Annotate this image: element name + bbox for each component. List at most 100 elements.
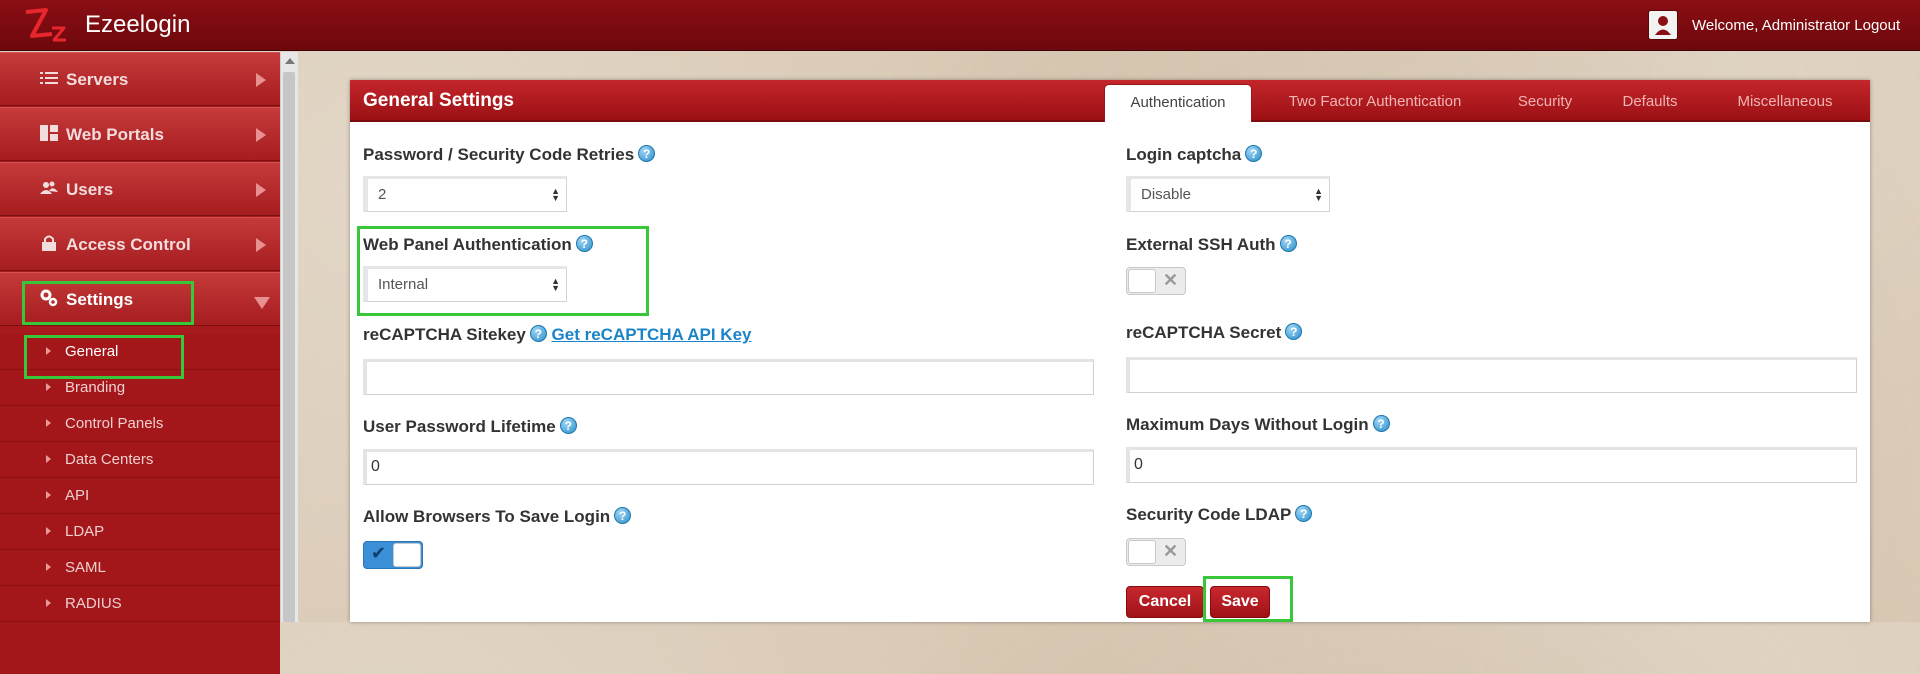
toggle-knob bbox=[393, 543, 421, 567]
tab-two-factor-authentication[interactable]: Two Factor Authentication bbox=[1270, 84, 1480, 122]
tab-authentication[interactable]: Authentication bbox=[1104, 84, 1252, 122]
sidebar-item-label: Access Control bbox=[66, 235, 191, 254]
list-icon bbox=[40, 72, 58, 84]
select-arrows-icon: ▲ ▼ bbox=[551, 276, 560, 293]
panel-title: General Settings bbox=[363, 90, 514, 111]
chevron-right-icon bbox=[256, 183, 266, 197]
caret-right-icon bbox=[46, 491, 51, 499]
submenu-item-control-panels[interactable]: Control Panels bbox=[0, 406, 280, 442]
help-icon[interactable]: ? bbox=[529, 325, 547, 342]
brand-name: Ezeelogin bbox=[85, 11, 191, 38]
password-retries-label: Password / Security Code Retries? bbox=[363, 145, 656, 165]
submenu-item-label: RADIUS bbox=[65, 595, 122, 612]
sidebar-item-servers[interactable]: Servers bbox=[0, 52, 280, 106]
caret-right-icon bbox=[46, 527, 51, 535]
sidebar: Servers Web Portals Users Access Control… bbox=[0, 52, 280, 674]
recaptcha-secret-label: reCAPTCHA Secret? bbox=[1126, 323, 1303, 343]
save-button[interactable]: Save bbox=[1210, 586, 1270, 618]
submenu-item-label: Branding bbox=[65, 379, 126, 396]
scroll-up-arrow-icon[interactable] bbox=[285, 58, 295, 64]
user-avatar-icon[interactable] bbox=[1648, 10, 1678, 40]
sidebar-item-label: Settings bbox=[66, 290, 134, 309]
help-icon[interactable]: ? bbox=[559, 417, 577, 434]
sidebar-item-label: Servers bbox=[66, 70, 129, 89]
submenu-item-general[interactable]: General bbox=[0, 334, 280, 370]
top-bar: Ezeelogin Welcome, Administrator Logout bbox=[0, 0, 1920, 51]
help-icon[interactable]: ? bbox=[1285, 323, 1303, 340]
submenu-item-label: API bbox=[65, 487, 90, 504]
external-ssh-auth-label: External SSH Auth? bbox=[1126, 235, 1297, 255]
submenu-item-label: Control Panels bbox=[65, 415, 164, 432]
logout-link[interactable]: Logout bbox=[1854, 17, 1900, 34]
external-ssh-auth-toggle[interactable]: ✕ bbox=[1126, 267, 1186, 295]
caret-right-icon bbox=[46, 419, 51, 427]
sidebar-item-label: Users bbox=[66, 180, 114, 199]
recaptcha-sitekey-label: reCAPTCHA Sitekey? Get reCAPTCHA API Key bbox=[363, 325, 752, 344]
web-panel-auth-label: Web Panel Authentication? bbox=[363, 235, 593, 255]
sidebar-item-users[interactable]: Users bbox=[0, 162, 280, 216]
security-code-ldap-label: Security Code LDAP? bbox=[1126, 505, 1313, 525]
general-settings-panel: General Settings Authentication Two Fact… bbox=[350, 80, 1870, 622]
sidebar-item-web-portals[interactable]: Web Portals bbox=[0, 107, 280, 161]
recaptcha-sitekey-input[interactable] bbox=[363, 359, 1094, 395]
caret-right-icon bbox=[46, 347, 51, 355]
web-panel-auth-select[interactable]: Internal ▲ ▼ bbox=[363, 266, 567, 302]
help-icon[interactable]: ? bbox=[1372, 415, 1390, 432]
submenu-item-saml[interactable]: SAML bbox=[0, 550, 280, 586]
help-icon[interactable]: ? bbox=[575, 235, 593, 252]
ezeelogin-logo-icon bbox=[25, 8, 66, 42]
settings-submenu: General Branding Control Panels Data Cen… bbox=[0, 334, 280, 674]
submenu-item-radius[interactable]: RADIUS bbox=[0, 586, 280, 622]
help-icon[interactable]: ? bbox=[638, 145, 656, 162]
allow-browsers-save-login-label: Allow Browsers To Save Login? bbox=[363, 507, 632, 527]
submenu-item-label: General bbox=[65, 343, 119, 360]
caret-right-icon bbox=[46, 599, 51, 607]
max-days-without-login-input[interactable]: 0 bbox=[1126, 447, 1857, 483]
cancel-button[interactable]: Cancel bbox=[1126, 586, 1204, 618]
gears-icon bbox=[40, 289, 58, 307]
toggle-knob bbox=[1128, 540, 1156, 564]
help-icon[interactable]: ? bbox=[1245, 145, 1263, 162]
chevron-right-icon bbox=[256, 128, 266, 142]
users-icon bbox=[40, 181, 58, 194]
lock-icon bbox=[42, 235, 56, 251]
sidebar-item-label: Web Portals bbox=[66, 125, 164, 144]
submenu-item-label: Data Centers bbox=[65, 451, 154, 468]
login-captcha-select[interactable]: Disable ▲ ▼ bbox=[1126, 176, 1330, 212]
chevron-right-icon bbox=[256, 238, 266, 252]
password-retries-select[interactable]: 2 ▲ ▼ bbox=[363, 176, 567, 212]
submenu-item-label: SAML bbox=[65, 559, 106, 576]
caret-right-icon bbox=[46, 383, 51, 391]
allow-browsers-save-login-toggle[interactable]: ✔ bbox=[363, 541, 423, 569]
help-icon[interactable]: ? bbox=[1295, 505, 1313, 522]
sidebar-item-settings[interactable]: Settings bbox=[0, 272, 280, 326]
tab-miscellaneous[interactable]: Miscellaneous bbox=[1720, 84, 1850, 122]
panel-header: General Settings Authentication Two Fact… bbox=[350, 80, 1870, 122]
submenu-item-data-centers[interactable]: Data Centers bbox=[0, 442, 280, 478]
scroll-thumb[interactable] bbox=[283, 72, 295, 622]
x-icon: ✕ bbox=[1163, 541, 1179, 561]
submenu-item-ldap[interactable]: LDAP bbox=[0, 514, 280, 550]
submenu-item-label: LDAP bbox=[65, 523, 105, 540]
security-code-ldap-toggle[interactable]: ✕ bbox=[1126, 538, 1186, 566]
get-recaptcha-api-key-link[interactable]: Get reCAPTCHA API Key bbox=[552, 325, 752, 344]
caret-right-icon bbox=[46, 563, 51, 571]
submenu-item-api[interactable]: API bbox=[0, 478, 280, 514]
user-password-lifetime-label: User Password Lifetime? bbox=[363, 417, 577, 437]
user-password-lifetime-input[interactable]: 0 bbox=[363, 449, 1094, 485]
help-icon[interactable]: ? bbox=[614, 507, 632, 524]
toggle-knob bbox=[1128, 269, 1156, 293]
help-icon[interactable]: ? bbox=[1279, 235, 1297, 252]
caret-right-icon bbox=[46, 455, 51, 463]
checkmark-icon: ✔ bbox=[371, 543, 387, 563]
max-days-without-login-label: Maximum Days Without Login? bbox=[1126, 415, 1390, 435]
select-arrows-icon: ▲ ▼ bbox=[1314, 186, 1323, 203]
tab-defaults[interactable]: Defaults bbox=[1600, 84, 1700, 122]
tab-security[interactable]: Security bbox=[1500, 84, 1590, 122]
welcome-text: Welcome, Administrator bbox=[1692, 17, 1851, 34]
sidebar-scrollbar[interactable] bbox=[280, 52, 298, 622]
recaptcha-secret-input[interactable] bbox=[1126, 357, 1857, 393]
submenu-item-branding[interactable]: Branding bbox=[0, 370, 280, 406]
welcome-area: Welcome, Administrator Logout bbox=[1692, 17, 1900, 34]
sidebar-item-access-control[interactable]: Access Control bbox=[0, 217, 280, 271]
